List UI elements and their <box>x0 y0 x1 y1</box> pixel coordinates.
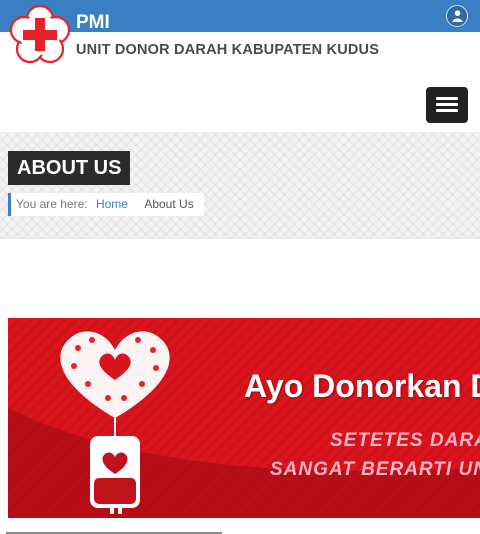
hamburger-icon <box>436 109 458 112</box>
top-bar <box>0 0 480 32</box>
breadcrumb-home-link[interactable]: Home <box>91 197 128 211</box>
donation-banner: Ayo Donorkan Da SETETES DARAH SANGAT BER… <box>8 318 480 518</box>
breadcrumb-prefix: You are here: <box>16 197 88 211</box>
breadcrumb-current: About Us <box>144 197 194 211</box>
user-icon <box>452 10 463 22</box>
breadcrumb: You are here: Home About Us <box>8 193 204 216</box>
banner-tagline-2: SANGAT BERARTI UNTUK <box>270 459 480 480</box>
banner-tagline-1: SETETES DARAH <box>330 430 480 451</box>
blood-bag-graphic <box>90 436 140 514</box>
brand-subtitle: UNIT DONOR DARAH KABUPATEN KUDUS <box>76 42 380 58</box>
hamburger-icon <box>436 97 458 100</box>
menu-toggle-button[interactable] <box>426 87 468 123</box>
brand-name[interactable]: PMI <box>76 12 110 34</box>
hamburger-icon <box>436 103 458 106</box>
page-title: ABOUT US <box>8 151 131 185</box>
user-login-button[interactable] <box>446 5 468 27</box>
page-header-band <box>0 132 480 239</box>
pmi-logo[interactable] <box>9 4 71 66</box>
banner-title: Ayo Donorkan Da <box>244 368 480 404</box>
banner-artwork <box>8 318 480 518</box>
